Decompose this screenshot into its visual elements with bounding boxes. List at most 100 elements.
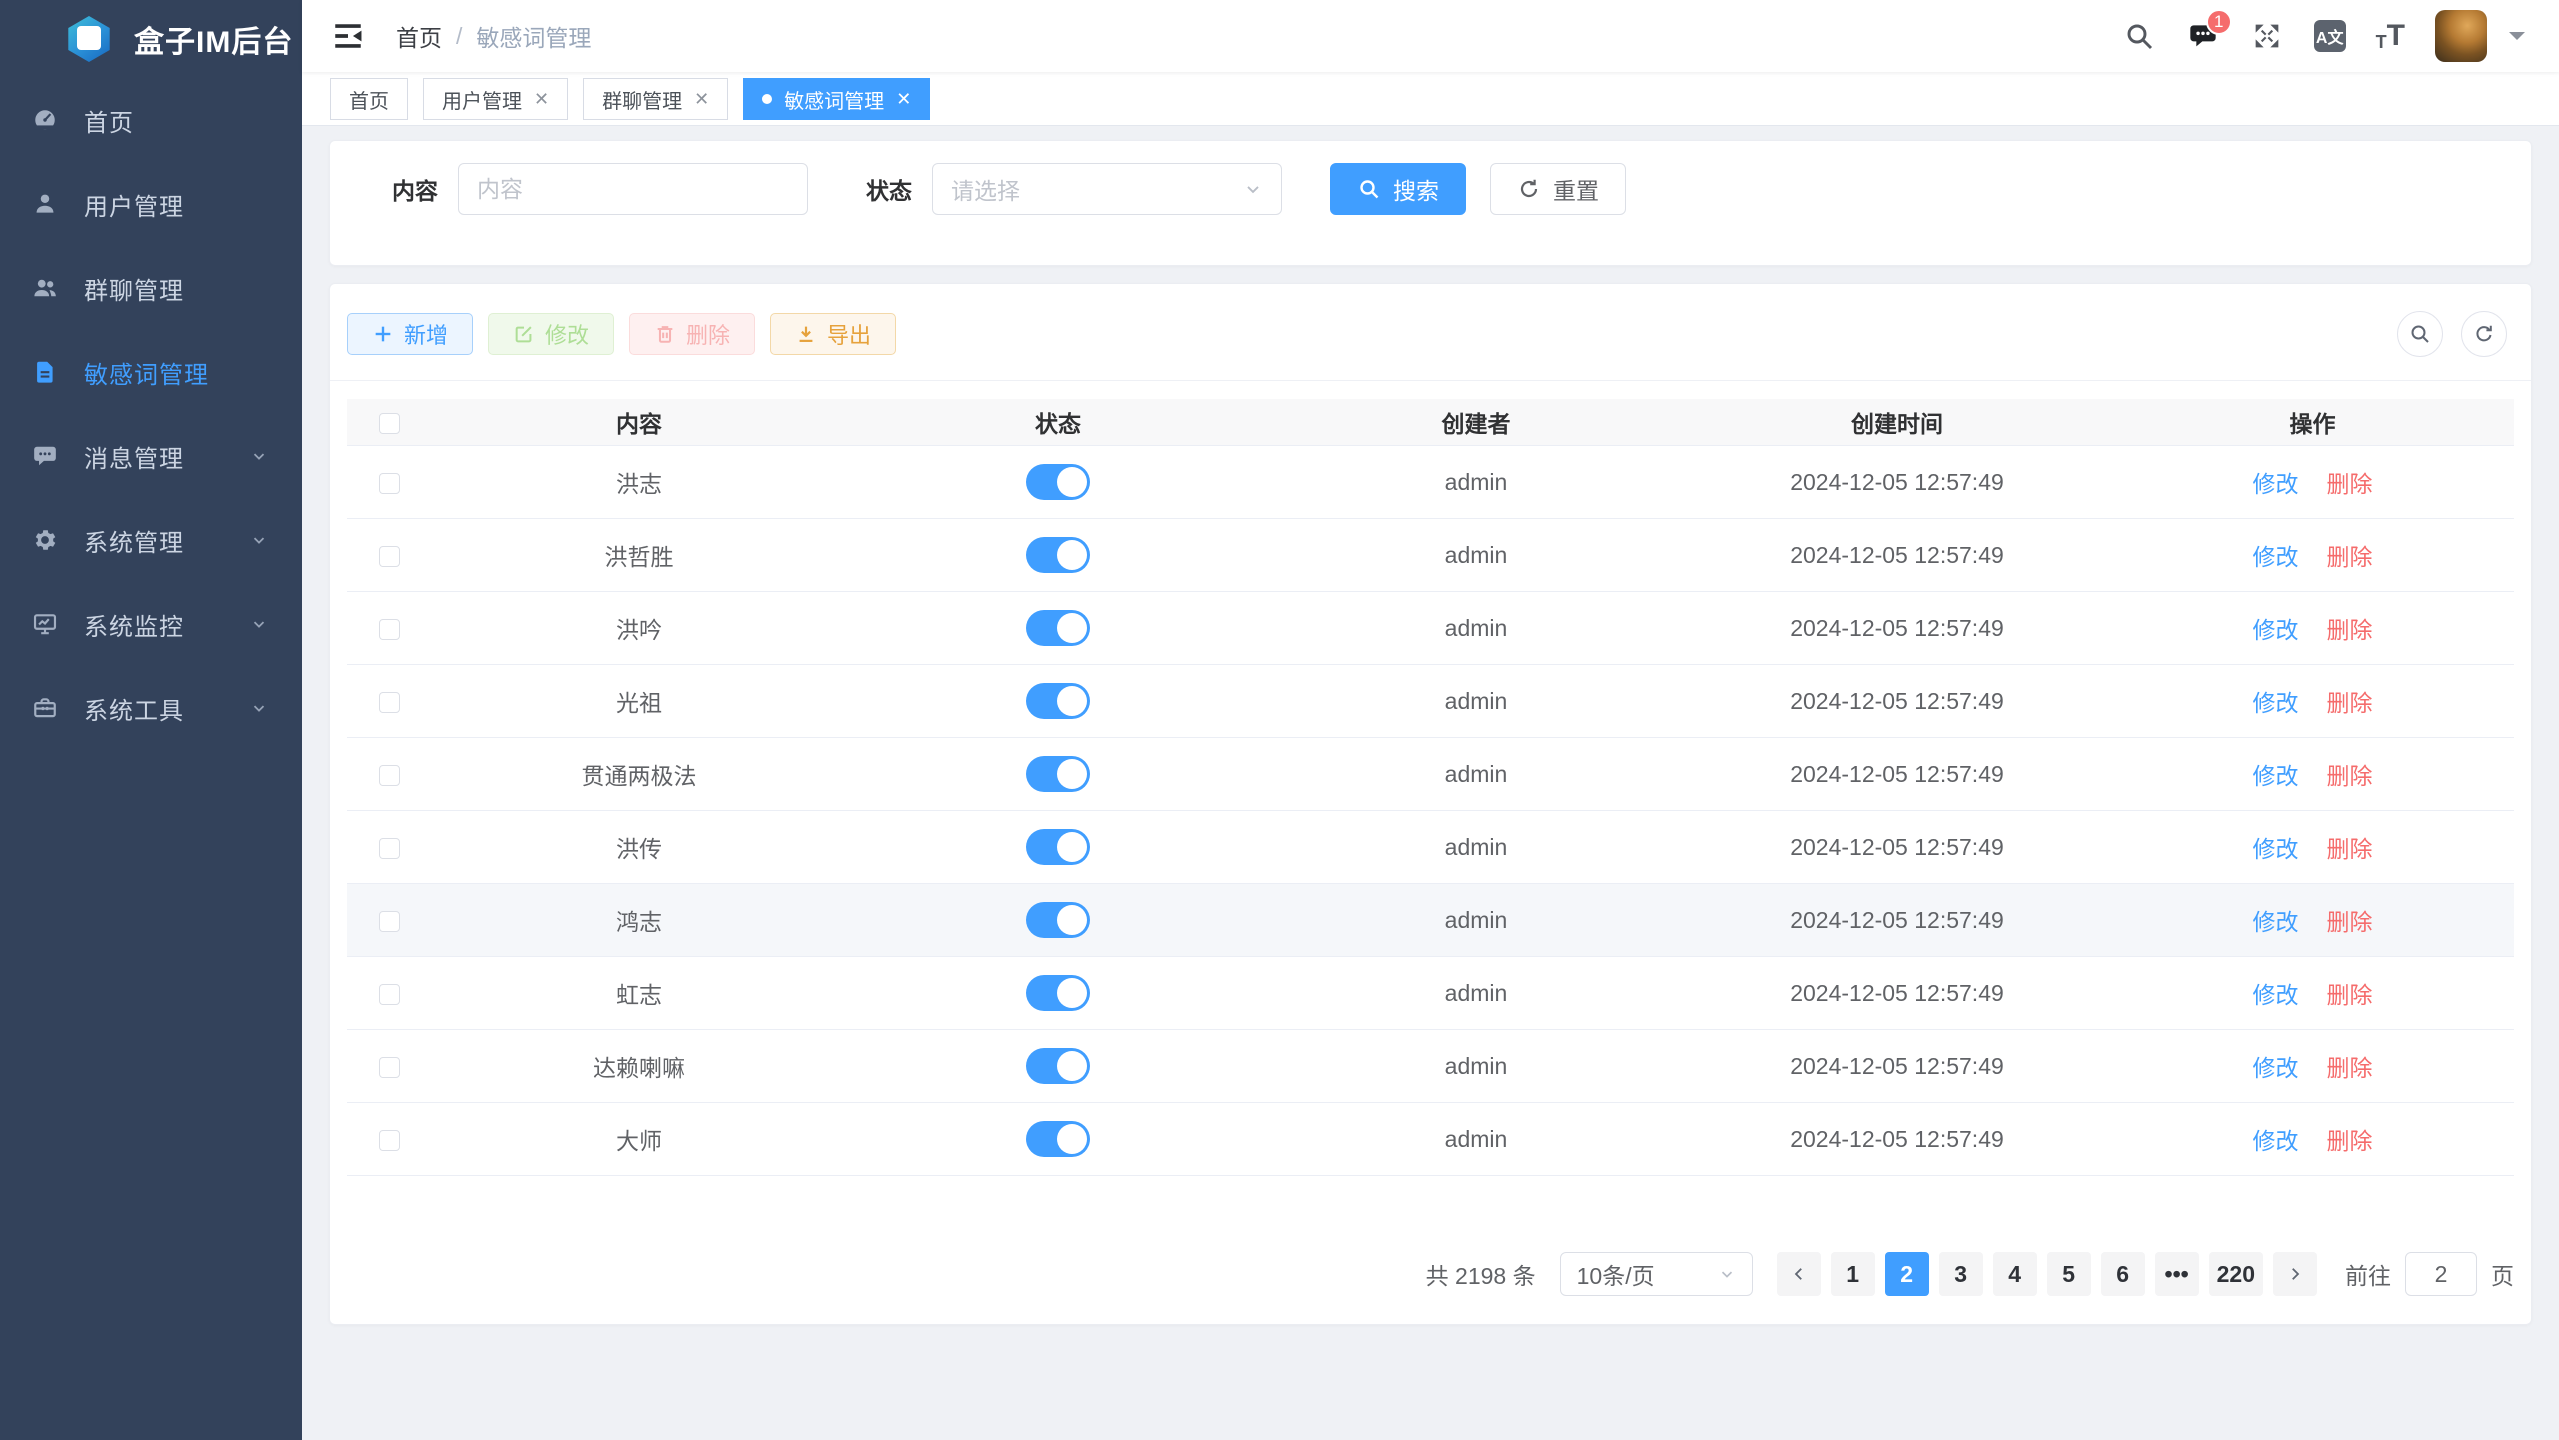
breadcrumb-home[interactable]: 首页 [396, 19, 442, 53]
row-delete-link[interactable]: 删除 [2327, 976, 2373, 1010]
row-edit-link[interactable]: 修改 [2253, 538, 2299, 572]
search-icon[interactable] [2122, 19, 2156, 53]
page-button-2-active[interactable]: 2 [1885, 1252, 1929, 1296]
row-delete-link[interactable]: 删除 [2327, 757, 2373, 791]
row-edit-link[interactable]: 修改 [2253, 611, 2299, 645]
edit-button[interactable]: 修改 [488, 313, 614, 355]
row-edit-link[interactable]: 修改 [2253, 684, 2299, 718]
close-icon[interactable]: ✕ [694, 89, 709, 110]
table-search-icon[interactable] [2397, 311, 2443, 357]
page-button-6[interactable]: 6 [2101, 1252, 2145, 1296]
status-toggle[interactable] [1026, 464, 1090, 500]
chevron-down-icon [250, 447, 268, 465]
status-toggle[interactable] [1026, 610, 1090, 646]
close-icon[interactable]: ✕ [896, 89, 911, 110]
status-toggle[interactable] [1026, 902, 1090, 938]
add-button[interactable]: 新增 [347, 313, 473, 355]
sidebar-item-system-tools[interactable]: 系统工具 [0, 666, 302, 750]
status-filter-select[interactable]: 请选择 [932, 163, 1282, 215]
avatar-caret-icon[interactable] [2509, 32, 2525, 48]
cell-created: 2024-12-05 12:57:49 [1683, 907, 2111, 934]
row-delete-link[interactable]: 删除 [2327, 830, 2373, 864]
status-toggle[interactable] [1026, 1048, 1090, 1084]
export-button[interactable]: 导出 [770, 313, 896, 355]
row-checkbox[interactable] [379, 546, 400, 567]
status-toggle[interactable] [1026, 683, 1090, 719]
status-toggle[interactable] [1026, 1121, 1090, 1157]
fullscreen-icon[interactable] [2250, 19, 2284, 53]
row-delete-link[interactable]: 删除 [2327, 465, 2373, 499]
page-unit-label: 页 [2491, 1257, 2514, 1291]
delete-button[interactable]: 删除 [629, 313, 755, 355]
translate-icon[interactable]: A文 [2314, 20, 2346, 52]
sidebar-item-label: 系统工具 [84, 691, 184, 726]
sidebar-item-sensitive-words[interactable]: 敏感词管理 [0, 330, 302, 414]
sidebar-collapse-icon[interactable] [330, 18, 366, 54]
row-checkbox[interactable] [379, 911, 400, 932]
row-checkbox[interactable] [379, 984, 400, 1005]
row-edit-link[interactable]: 修改 [2253, 976, 2299, 1010]
row-checkbox[interactable] [379, 765, 400, 786]
row-checkbox[interactable] [379, 473, 400, 494]
tab-user-management[interactable]: 用户管理 ✕ [423, 78, 568, 120]
status-toggle[interactable] [1026, 975, 1090, 1011]
goto-page-input[interactable] [2405, 1252, 2477, 1296]
reset-button[interactable]: 重置 [1490, 163, 1626, 215]
row-edit-link[interactable]: 修改 [2253, 757, 2299, 791]
row-delete-link[interactable]: 删除 [2327, 611, 2373, 645]
page-button-1[interactable]: 1 [1831, 1252, 1875, 1296]
page-button-220[interactable]: 220 [2209, 1252, 2263, 1296]
sidebar-item-system-monitor[interactable]: 系统监控 [0, 582, 302, 666]
sidebar-item-home[interactable]: 首页 [0, 78, 302, 162]
tab-group-management[interactable]: 群聊管理 ✕ [583, 78, 728, 120]
page-ellipsis-button[interactable]: ••• [2155, 1252, 2199, 1296]
sidebar-item-messages[interactable]: 消息管理 [0, 414, 302, 498]
row-edit-link[interactable]: 修改 [2253, 830, 2299, 864]
row-checkbox[interactable] [379, 838, 400, 859]
row-edit-link[interactable]: 修改 [2253, 1122, 2299, 1156]
page-size-select[interactable]: 10条/页 [1560, 1252, 1753, 1296]
status-toggle[interactable] [1026, 756, 1090, 792]
row-checkbox[interactable] [379, 692, 400, 713]
row-edit-link[interactable]: 修改 [2253, 1049, 2299, 1083]
table-row: 洪哲胜 admin 2024-12-05 12:57:49 修改删除 [347, 519, 2514, 592]
status-toggle[interactable] [1026, 537, 1090, 573]
status-toggle[interactable] [1026, 829, 1090, 865]
reset-button-label: 重置 [1553, 172, 1599, 206]
sidebar-item-label: 敏感词管理 [84, 355, 209, 390]
row-edit-link[interactable]: 修改 [2253, 903, 2299, 937]
notifications-icon[interactable]: 1 [2186, 19, 2220, 53]
filter-panel: 内容 状态 请选择 搜索 重置 [329, 140, 2532, 266]
page-button-5[interactable]: 5 [2047, 1252, 2091, 1296]
tab-sensitive-words[interactable]: 敏感词管理 ✕ [743, 78, 930, 120]
sidebar-item-system-admin[interactable]: 系统管理 [0, 498, 302, 582]
row-checkbox[interactable] [379, 619, 400, 640]
tab-label: 敏感词管理 [784, 85, 884, 114]
content-filter-input[interactable] [458, 163, 808, 215]
next-page-button[interactable] [2273, 1252, 2317, 1296]
row-checkbox[interactable] [379, 1130, 400, 1151]
row-edit-link[interactable]: 修改 [2253, 465, 2299, 499]
tab-label: 首页 [349, 85, 389, 114]
page-button-3[interactable]: 3 [1939, 1252, 1983, 1296]
font-size-icon[interactable]: TT [2376, 21, 2405, 51]
select-all-checkbox[interactable] [379, 413, 400, 434]
search-button[interactable]: 搜索 [1330, 163, 1466, 215]
prev-page-button[interactable] [1777, 1252, 1821, 1296]
row-delete-link[interactable]: 删除 [2327, 1049, 2373, 1083]
cell-created: 2024-12-05 12:57:49 [1683, 834, 2111, 861]
page-button-4[interactable]: 4 [1993, 1252, 2037, 1296]
row-checkbox[interactable] [379, 1057, 400, 1078]
table-row: 洪传 admin 2024-12-05 12:57:49 修改删除 [347, 811, 2514, 884]
close-icon[interactable]: ✕ [534, 89, 549, 110]
row-delete-link[interactable]: 删除 [2327, 1122, 2373, 1156]
sidebar-item-users[interactable]: 用户管理 [0, 162, 302, 246]
goto-label: 前往 [2345, 1257, 2391, 1291]
row-delete-link[interactable]: 删除 [2327, 684, 2373, 718]
row-delete-link[interactable]: 删除 [2327, 903, 2373, 937]
table-refresh-icon[interactable] [2461, 311, 2507, 357]
sidebar-item-groups[interactable]: 群聊管理 [0, 246, 302, 330]
avatar[interactable] [2435, 10, 2487, 62]
row-delete-link[interactable]: 删除 [2327, 538, 2373, 572]
tab-home[interactable]: 首页 [330, 78, 408, 120]
